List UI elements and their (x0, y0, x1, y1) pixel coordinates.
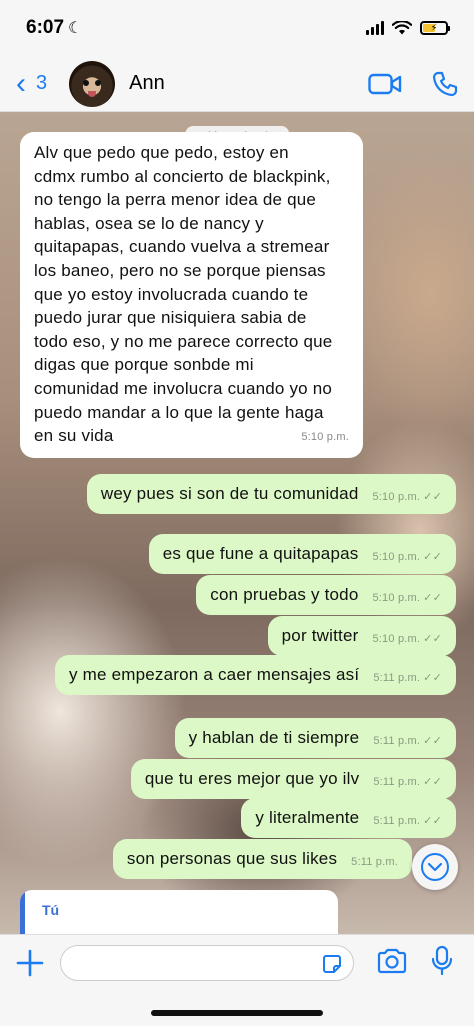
outgoing-message[interactable]: y me empezaron a caer mensajes así 5:11 … (55, 655, 456, 695)
header-actions (368, 71, 458, 97)
unread-count: 3 (36, 72, 48, 94)
read-ticks-icon: ✓✓ (423, 776, 442, 789)
outgoing-message[interactable]: por twitter 5:10 p.m. ✓✓ (267, 616, 456, 656)
chevron-down-icon (421, 853, 449, 881)
read-ticks-icon: ✓✓ (423, 633, 442, 646)
status-bar: 6:07 ☾ ⚡ (0, 0, 474, 56)
read-ticks-icon: ✓✓ (423, 592, 442, 605)
video-call-icon[interactable] (368, 73, 402, 95)
outgoing-message[interactable]: es que fune a quitapapas 5:10 p.m. ✓✓ (148, 534, 456, 574)
read-ticks-icon: ✓✓ (423, 815, 442, 828)
back-button[interactable]: ‹ 3 (16, 66, 48, 100)
read-ticks-icon: ✓✓ (423, 735, 442, 748)
outgoing-message[interactable]: son personas que sus likes 5:11 p.m. (112, 839, 412, 879)
outgoing-message[interactable]: con pruebas y todo 5:10 p.m. ✓✓ (196, 575, 456, 615)
reply-preview[interactable]: Tú (20, 890, 338, 934)
contact-name[interactable]: Ann (129, 72, 165, 95)
message-input[interactable] (60, 945, 354, 981)
message-text: por twitter (281, 626, 359, 646)
message-text: que tu eres mejor que yo ilv (144, 769, 360, 789)
message-text: y hablan de ti siempre (188, 728, 360, 748)
wifi-icon (392, 21, 412, 35)
chat-header: ‹ 3 Ann (0, 56, 474, 112)
cellular-signal-icon (366, 21, 384, 35)
message-time: 5:11 p.m. ✓✓ (373, 672, 442, 685)
incoming-message[interactable]: Alv que pedo que pedo, estoy en cdmx rum… (20, 132, 363, 458)
chat-area[interactable]: mié 26 de abr Alv que pedo que pedo, est… (0, 112, 474, 934)
composer (0, 934, 474, 1026)
message-time: 5:10 p.m. ✓✓ (372, 633, 442, 646)
outgoing-message[interactable]: wey pues si son de tu comunidad 5:10 p.m… (86, 474, 456, 514)
message-time: 5:10 p.m. ✓✓ (372, 551, 442, 564)
status-indicators: ⚡ (366, 21, 450, 35)
read-ticks-icon: ✓✓ (423, 551, 442, 564)
camera-icon[interactable] (376, 947, 408, 975)
outgoing-message[interactable]: que tu eres mejor que yo ilv 5:11 p.m. ✓✓ (130, 759, 456, 799)
battery-icon: ⚡ (420, 21, 450, 35)
message-text: y me empezaron a caer mensajes así (69, 665, 360, 685)
chevron-left-icon: ‹ (16, 66, 26, 100)
plus-icon[interactable] (14, 947, 46, 979)
scroll-to-bottom-button[interactable] (412, 844, 458, 890)
message-text: wey pues si son de tu comunidad (100, 484, 359, 504)
read-ticks-icon: ✓✓ (423, 672, 442, 685)
message-text: y literalmente (255, 808, 360, 828)
message-time: 5:11 p.m. ✓✓ (373, 815, 442, 828)
message-text: Alv que pedo que pedo, estoy en cdmx rum… (34, 143, 333, 446)
message-time: 5:11 p.m. ✓✓ (373, 776, 442, 789)
home-indicator (151, 1010, 323, 1016)
message-time: 5:10 p.m. (301, 431, 349, 444)
message-text: con pruebas y todo (210, 585, 359, 605)
message-time: 5:11 p.m. ✓✓ (373, 735, 442, 748)
message-text: es que fune a quitapapas (162, 544, 359, 564)
message-time: 5:10 p.m. ✓✓ (372, 491, 442, 504)
outgoing-message[interactable]: y literalmente 5:11 p.m. ✓✓ (241, 798, 456, 838)
status-time: 6:07 (26, 17, 65, 38)
read-ticks-icon: ✓✓ (423, 491, 442, 504)
message-text: son personas que sus likes (126, 849, 338, 869)
message-time: 5:10 p.m. ✓✓ (372, 592, 442, 605)
reply-author: Tú (42, 902, 60, 918)
message-time: 5:11 p.m. (351, 856, 398, 869)
sticker-icon[interactable] (321, 953, 343, 975)
outgoing-message[interactable]: y hablan de ti siempre 5:11 p.m. ✓✓ (174, 718, 456, 758)
status-time-group: 6:07 ☾ (26, 17, 82, 39)
phone-icon[interactable] (432, 71, 458, 97)
moon-icon: ☾ (68, 20, 83, 37)
microphone-icon[interactable] (430, 945, 454, 977)
avatar[interactable] (69, 60, 116, 107)
charging-bolt-icon: ⚡ (430, 22, 438, 34)
reply-accent-bar (20, 890, 25, 934)
